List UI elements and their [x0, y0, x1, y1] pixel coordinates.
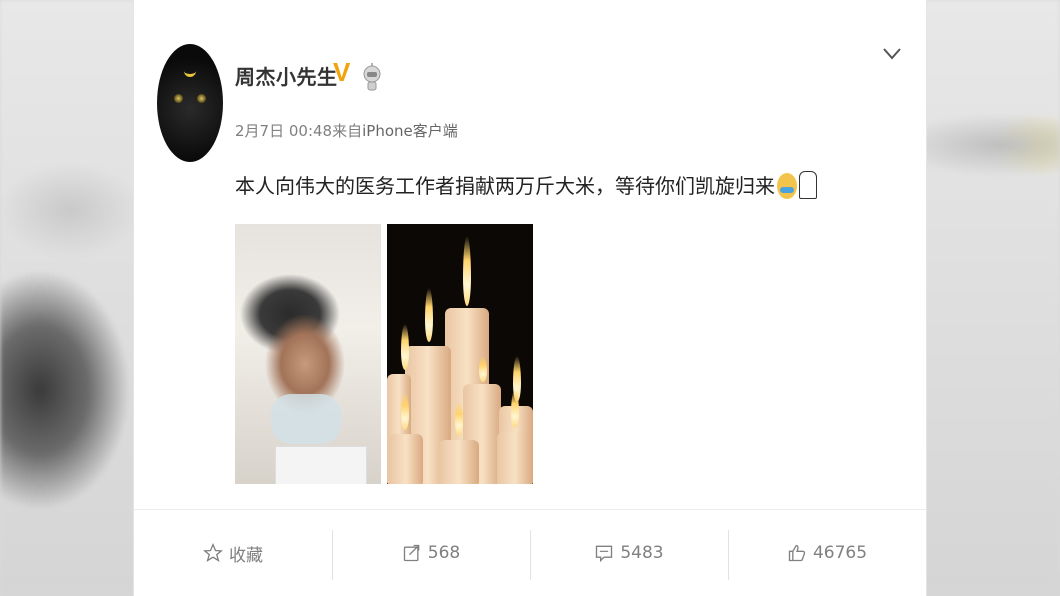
candle	[439, 440, 479, 484]
repost-count: 568	[427, 543, 461, 563]
moon-emblem	[184, 66, 196, 77]
candle-flame	[463, 236, 471, 306]
post-source[interactable]: iPhone客户端	[362, 122, 458, 140]
star-icon	[203, 543, 223, 562]
post-meta: 2月7日 00:48来自iPhone客户端	[235, 120, 458, 141]
candle-icon	[799, 171, 817, 199]
comment-button[interactable]: 5483	[530, 510, 728, 596]
cat-eye-left	[174, 94, 183, 103]
avatar[interactable]	[157, 44, 223, 162]
post-image-1[interactable]	[235, 224, 381, 484]
share-icon	[403, 544, 420, 562]
verified-badge-icon[interactable]: V	[333, 57, 350, 88]
comment-count: 5483	[620, 543, 664, 563]
oxygen-mask	[271, 394, 341, 444]
candle-flame	[455, 402, 463, 436]
source-prefix: 来自	[332, 122, 363, 140]
post-menu-button[interactable]	[881, 44, 903, 66]
candle-flame	[401, 392, 409, 430]
candle	[497, 432, 533, 484]
post-image-2[interactable]	[387, 224, 533, 484]
candle	[389, 434, 423, 484]
crying-face-icon	[777, 173, 797, 199]
candle-flame	[425, 288, 433, 342]
weibo-post-card: 周杰小先生 V 2月7日 00:48来自iPhone客户端 本人向伟大的医务工作…	[133, 0, 927, 596]
like-button[interactable]: 46765	[728, 510, 926, 596]
cat-eye-right	[197, 94, 206, 103]
action-bar: 收藏 568 5483 46765	[134, 510, 926, 596]
comment-icon	[596, 545, 613, 563]
post-text: 本人向伟大的医务工作者捐献两万斤大米，等待你们凯旋归来	[235, 170, 817, 199]
candle-flame	[401, 324, 409, 370]
chevron-down-icon	[883, 48, 901, 60]
id-card	[275, 446, 367, 484]
like-count: 46765	[812, 543, 868, 563]
username[interactable]: 周杰小先生	[235, 61, 338, 90]
robot-icon[interactable]	[363, 62, 381, 92]
thumbs-up-icon	[788, 544, 806, 562]
favorite-button[interactable]: 收藏	[134, 510, 332, 596]
candle-flame	[511, 390, 519, 428]
post-timestamp[interactable]: 2月7日 00:48	[235, 122, 332, 140]
post-body: 本人向伟大的医务工作者捐献两万斤大米，等待你们凯旋归来	[235, 174, 775, 198]
candle-flame	[479, 356, 487, 382]
repost-button[interactable]: 568	[332, 510, 530, 596]
avatar-image	[157, 44, 223, 162]
favorite-label: 收藏	[229, 545, 263, 566]
